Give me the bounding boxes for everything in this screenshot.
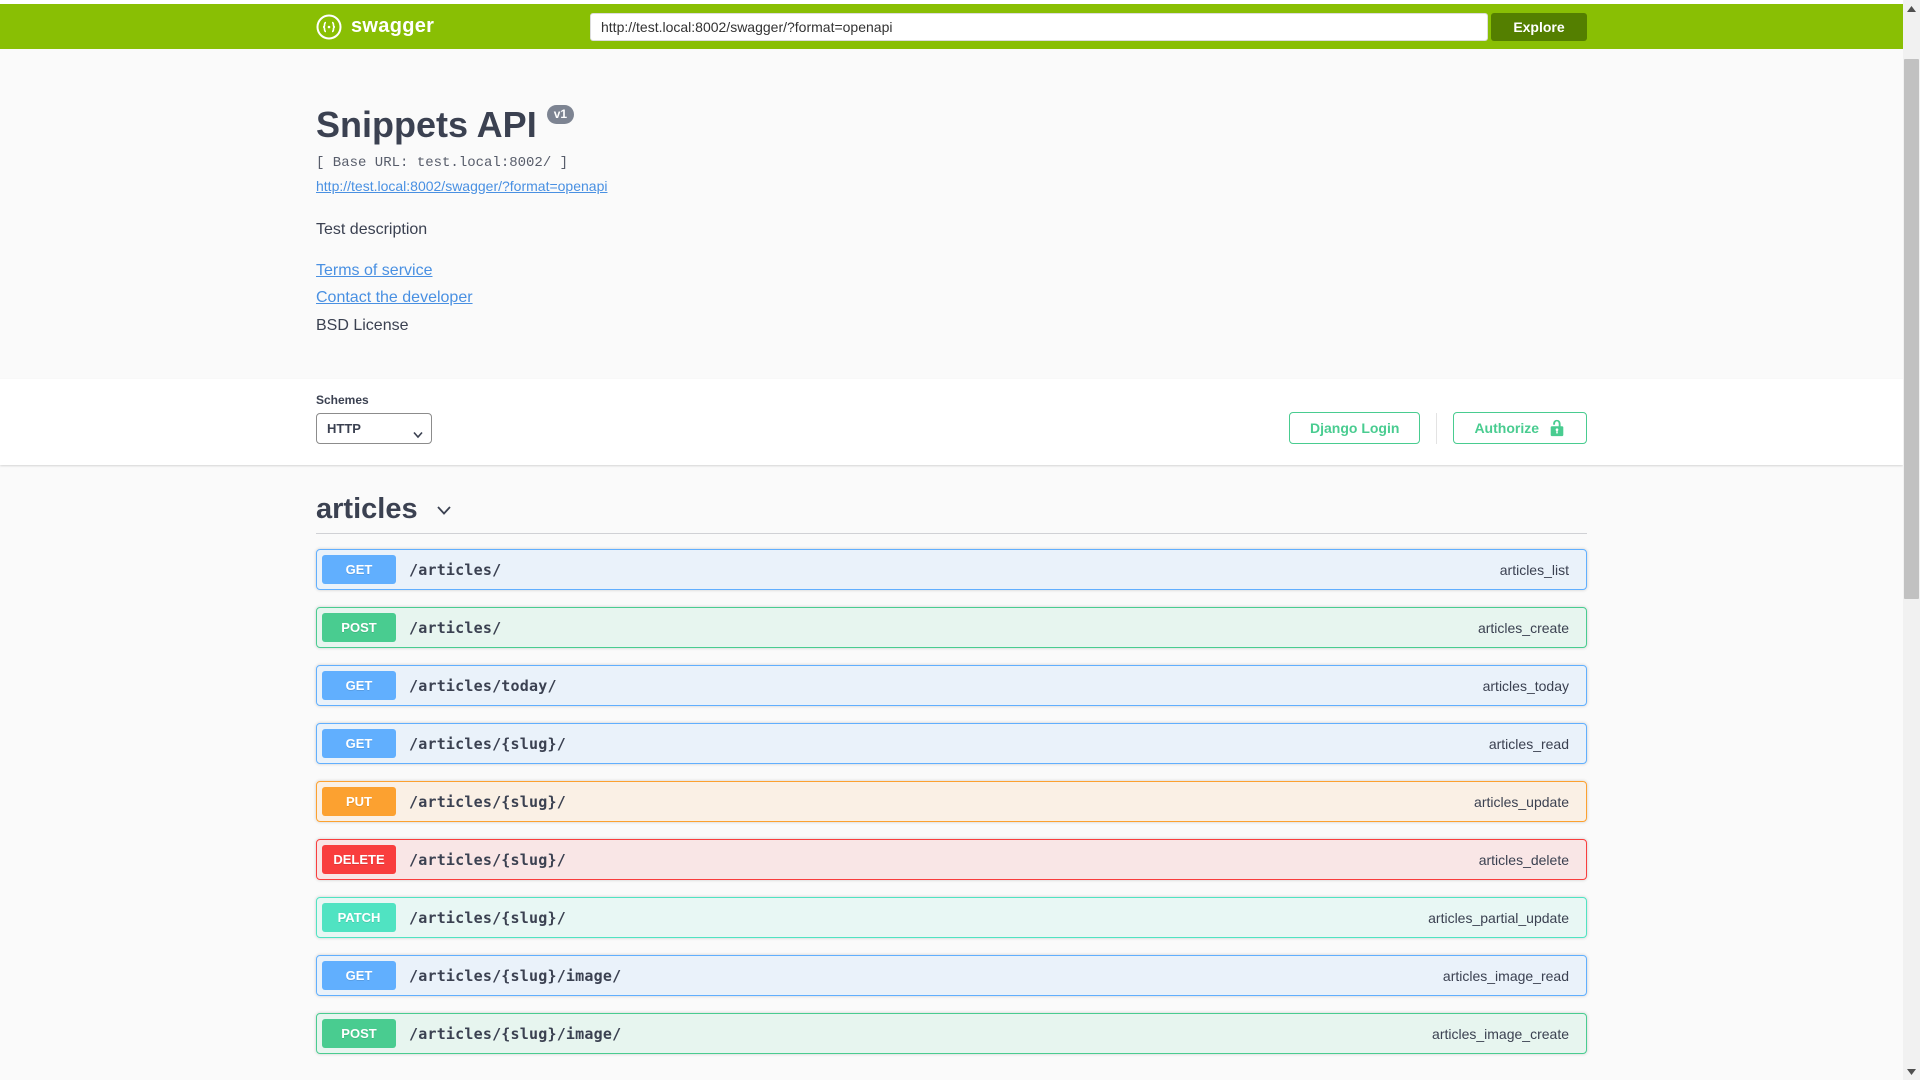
operations-area: articles GET /articles/ articles_list PO…: [0, 487, 1903, 1080]
unlock-icon: [1550, 419, 1564, 437]
operation-id: articles_image_create: [1432, 1025, 1569, 1042]
scrollbar[interactable]: [1903, 0, 1920, 1080]
operation-row[interactable]: GET /articles/ articles_list: [316, 549, 1587, 590]
chevron-down-icon: [436, 505, 451, 515]
section-header-articles[interactable]: articles: [316, 487, 1587, 534]
operation-path: /articles/: [409, 618, 502, 637]
method-badge: GET: [322, 555, 396, 584]
scrollbar-down-arrow[interactable]: [1903, 1063, 1920, 1080]
operation-path: /articles/{slug}/: [409, 850, 566, 869]
scrollbar-thumb[interactable]: [1904, 59, 1919, 599]
operation-id: articles_today: [1482, 677, 1569, 694]
page-title: Snippets API v1: [316, 104, 1587, 146]
django-login-label: Django Login: [1310, 420, 1400, 436]
operation-path: /articles/: [409, 560, 502, 579]
operation-row[interactable]: POST /articles/{slug}/image/ articles_im…: [316, 1013, 1587, 1054]
scrollbar-up-arrow[interactable]: [1903, 0, 1920, 17]
operation-path: /articles/{slug}/: [409, 908, 566, 927]
auth-wrapper: Django Login Authorize: [1289, 412, 1587, 444]
authorize-label: Authorize: [1474, 420, 1539, 436]
operation-id: articles_partial_update: [1428, 909, 1569, 926]
browser-viewport: swagger Explore Snippets API v1 [ Base U…: [0, 0, 1920, 1080]
operation-row[interactable]: PUT /articles/{slug}/ articles_update: [316, 781, 1587, 822]
license-text: BSD License: [316, 317, 409, 334]
method-badge: POST: [322, 1019, 396, 1048]
operation-path: /articles/{slug}/: [409, 792, 566, 811]
operation-row[interactable]: GET /articles/today/ articles_today: [316, 665, 1587, 706]
brand-name: swagger: [351, 15, 435, 37]
spec-link[interactable]: http://test.local:8002/swagger/?format=o…: [316, 178, 607, 194]
contact-developer-link[interactable]: Contact the developer: [316, 289, 473, 307]
operation-row[interactable]: GET /articles/{slug}/ articles_read: [316, 723, 1587, 764]
swagger-logo-icon: [316, 14, 342, 39]
auth-divider: [1436, 412, 1438, 444]
operation-id: articles_image_read: [1442, 967, 1569, 984]
schemes-block: Schemes HTTP: [316, 393, 432, 444]
operation-path: /articles/{slug}/image/: [409, 1024, 622, 1043]
schemes-select[interactable]: HTTP: [316, 413, 432, 444]
operation-row[interactable]: GET /articles/{slug}/image/ articles_ima…: [316, 955, 1587, 996]
operation-path: /articles/{slug}/image/: [409, 966, 622, 985]
operation-row[interactable]: PATCH /articles/{slug}/ articles_partial…: [316, 897, 1587, 938]
operation-id: articles_update: [1474, 793, 1569, 810]
scheme-container: Schemes HTTP Django Login Authorize: [0, 379, 1903, 465]
operation-id: articles_create: [1477, 619, 1569, 636]
api-description: Test description: [316, 221, 428, 238]
info-section: Snippets API v1 [ Base URL: test.local:8…: [0, 49, 1903, 379]
download-url-form: Explore: [590, 12, 1587, 41]
operation-id: articles_read: [1488, 735, 1569, 752]
method-badge: POST: [322, 613, 396, 642]
swagger-logo-link[interactable]: swagger: [316, 14, 434, 40]
method-badge: PUT: [322, 787, 396, 816]
spec-url-input[interactable]: [590, 12, 1488, 41]
operation-path: /articles/today/: [409, 676, 557, 695]
section-title: articles: [316, 493, 418, 525]
method-badge: GET: [322, 671, 396, 700]
version-badge: v1: [546, 105, 575, 125]
django-login-button[interactable]: Django Login: [1289, 412, 1421, 444]
section-header-snippets[interactable]: snippets: [316, 1076, 1587, 1080]
operation-row[interactable]: POST /articles/ articles_create: [316, 607, 1587, 648]
operation-id: articles_list: [1499, 561, 1569, 578]
operation-id: articles_delete: [1478, 851, 1569, 868]
api-title-text: Snippets API: [316, 104, 537, 145]
method-badge: DELETE: [322, 845, 396, 874]
method-badge: GET: [322, 729, 396, 758]
topbar: swagger Explore: [0, 4, 1903, 49]
authorize-button[interactable]: Authorize: [1453, 412, 1587, 444]
method-badge: PATCH: [322, 903, 396, 932]
terms-of-service-link[interactable]: Terms of service: [316, 262, 432, 280]
operation-row[interactable]: DELETE /articles/{slug}/ articles_delete: [316, 839, 1587, 880]
explore-button[interactable]: Explore: [1491, 12, 1587, 41]
operation-path: /articles/{slug}/: [409, 734, 566, 753]
operation-list-articles: GET /articles/ articles_list POST /artic…: [316, 549, 1587, 1054]
base-url: [ Base URL: test.local:8002/ ]: [316, 155, 569, 171]
page-scroll-area: swagger Explore Snippets API v1 [ Base U…: [0, 0, 1903, 1080]
method-badge: GET: [322, 961, 396, 990]
schemes-label: Schemes: [316, 393, 369, 407]
